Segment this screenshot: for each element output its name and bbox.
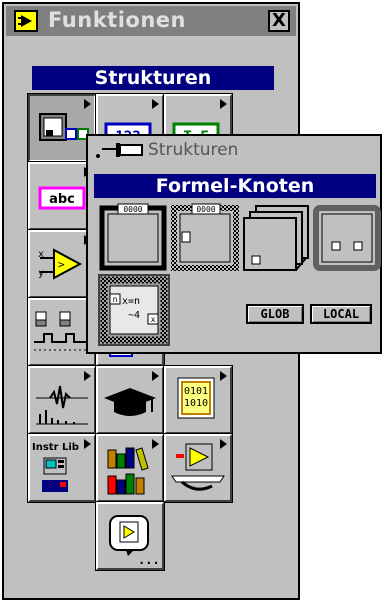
expand-arrow-icon — [152, 439, 159, 449]
svg-text:x=n: x=n — [122, 296, 140, 307]
svg-text:1010: 1010 — [184, 398, 208, 409]
subpalette-title[interactable]: Strukturen — [94, 140, 238, 160]
expand-arrow-icon — [152, 99, 159, 109]
close-button[interactable]: X — [268, 10, 290, 32]
svg-text:abc: abc — [49, 192, 75, 207]
svg-text:0000: 0000 — [196, 205, 215, 214]
expand-arrow-icon — [152, 371, 159, 381]
svg-text:>: > — [58, 258, 65, 271]
formula-node-icon[interactable]: n x=n ~4 x — [98, 274, 170, 346]
case-structure-icon[interactable] — [242, 202, 314, 274]
expand-arrow-icon — [220, 99, 227, 109]
while-loop-icon[interactable] — [312, 202, 382, 274]
for-loop-icon[interactable]: 0000 — [170, 202, 242, 274]
expand-arrow-icon — [84, 439, 91, 449]
signal-analysis-palette-icon[interactable] — [27, 365, 97, 435]
tutorial-palette-icon[interactable] — [95, 365, 165, 435]
subpalette-title-text: Strukturen — [148, 140, 239, 160]
svg-text:n: n — [113, 295, 118, 304]
window-title: Funktionen — [48, 8, 186, 32]
section-header: Strukturen — [32, 66, 274, 90]
svg-text:0000: 0000 — [123, 205, 142, 214]
pin-icon[interactable] — [94, 141, 148, 159]
svg-text:y: y — [38, 268, 44, 279]
select-vi-palette-icon[interactable] — [163, 433, 233, 503]
expand-arrow-icon — [220, 371, 227, 381]
structures-subpalette-window: Strukturen Formel-Knoten 0000 0000 n x=n ~… — [86, 134, 382, 354]
local-variable-button[interactable]: LOCAL — [310, 304, 372, 324]
title-bar[interactable]: Funktionen X — [6, 6, 296, 36]
instrument-library-palette-icon[interactable]: Instr Lib — [27, 433, 97, 503]
svg-text:0101: 0101 — [184, 386, 208, 397]
svg-text:...: ... — [138, 553, 160, 567]
user-palette-icon[interactable]: ... — [95, 501, 165, 571]
svg-text:~4: ~4 — [128, 310, 140, 321]
subpalette-section-header: Formel-Knoten — [94, 174, 376, 198]
svg-text:Instr Lib: Instr Lib — [32, 442, 79, 453]
global-variable-button[interactable]: GLOB — [246, 304, 304, 324]
expand-arrow-icon — [84, 371, 91, 381]
sequence-structure-icon[interactable]: 0000 — [98, 202, 170, 274]
labview-icon — [14, 10, 38, 32]
svg-text:x: x — [38, 249, 44, 260]
expand-arrow-icon — [84, 99, 91, 109]
expand-arrow-icon — [220, 439, 227, 449]
libraries-palette-icon[interactable] — [95, 433, 165, 503]
svg-text:x: x — [151, 315, 156, 324]
array-palette-icon[interactable]: 0101 1010 — [163, 365, 233, 435]
